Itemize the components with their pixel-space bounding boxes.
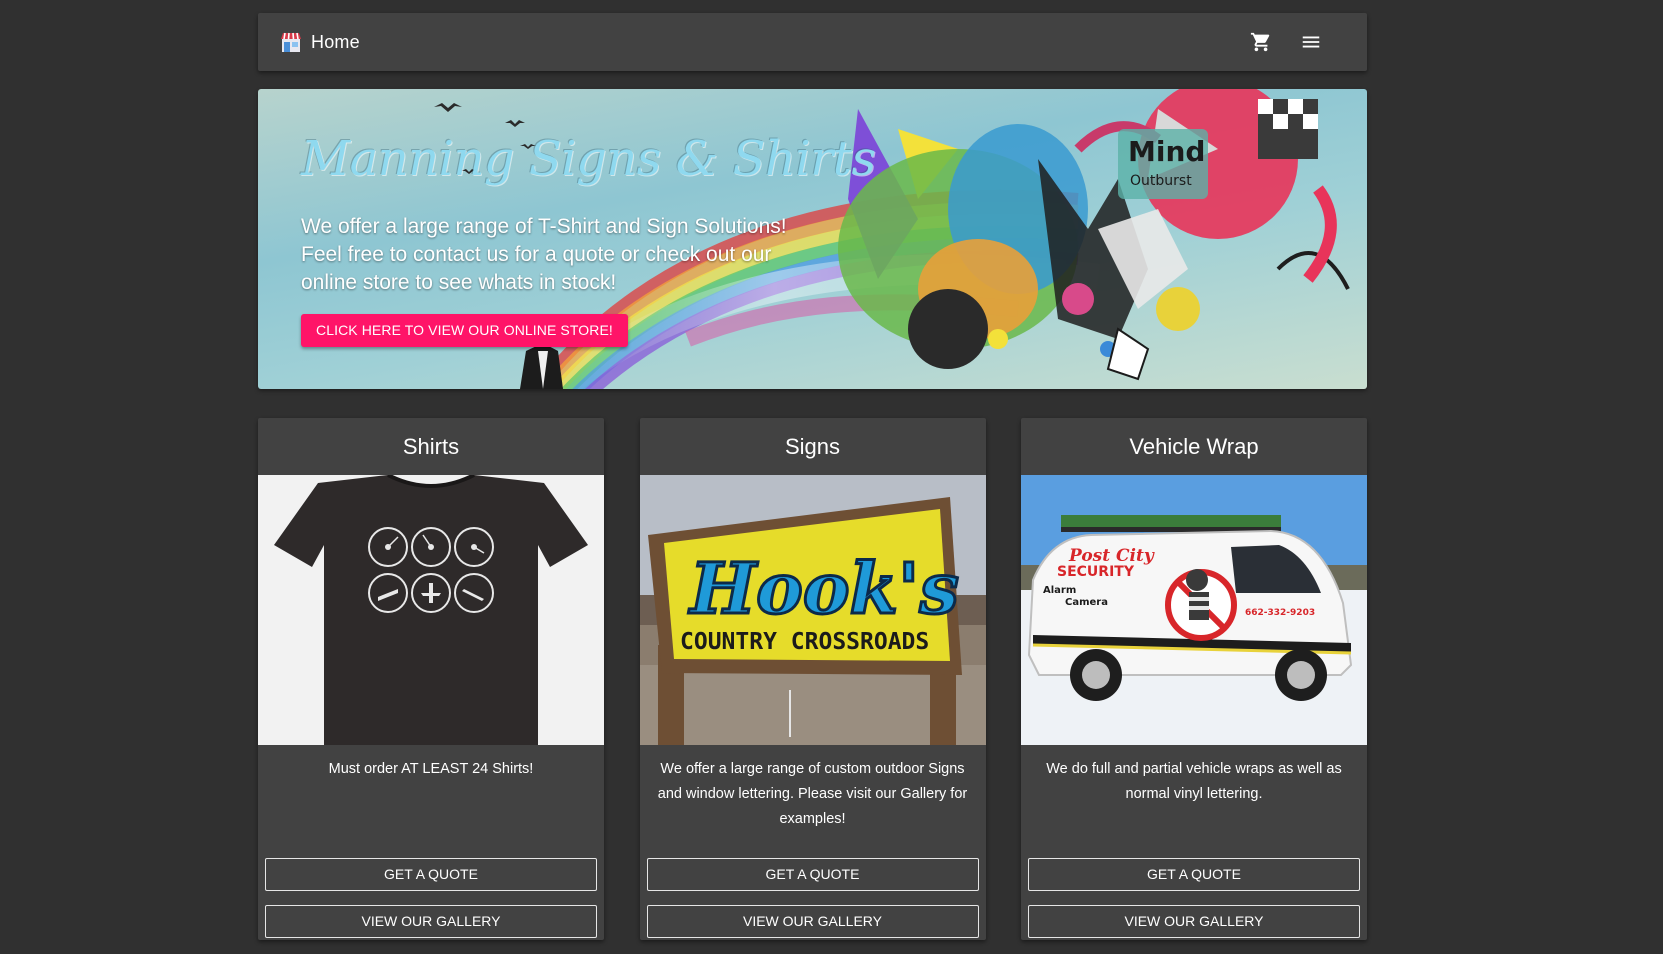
van-text-2: SECURITY bbox=[1057, 564, 1135, 580]
service-cards: Shirts Must order AT LEAST 24 Shirts! GE… bbox=[258, 418, 1367, 940]
cart-button[interactable] bbox=[1249, 30, 1273, 54]
card-description: We offer a large range of custom outdoor… bbox=[657, 761, 968, 827]
vehicle-wrap-image: Post City SECURITY Alarm Camera 662-332-… bbox=[1021, 475, 1367, 745]
van-text-3: Alarm bbox=[1043, 585, 1076, 596]
svg-text:Mind: Mind bbox=[1128, 135, 1205, 168]
hero-description: We offer a large range of T-Shirt and Si… bbox=[301, 215, 787, 294]
get-quote-button[interactable]: GET A QUOTE bbox=[1028, 858, 1360, 891]
menu-icon bbox=[1302, 36, 1320, 48]
view-gallery-button[interactable]: VIEW OUR GALLERY bbox=[646, 905, 979, 938]
shirts-card: Shirts Must order AT LEAST 24 Shirts! GE… bbox=[258, 418, 604, 940]
card-description: We do full and partial vehicle wraps as … bbox=[1046, 761, 1342, 802]
view-gallery-button[interactable]: VIEW OUR GALLERY bbox=[265, 905, 597, 938]
card-description: Must order AT LEAST 24 Shirts! bbox=[328, 761, 534, 777]
van-text-1: Post City bbox=[1068, 546, 1155, 566]
home-link[interactable]: Home bbox=[280, 31, 360, 53]
van-text-4: Camera bbox=[1065, 597, 1108, 608]
get-quote-button[interactable]: GET A QUOTE bbox=[265, 858, 597, 891]
shirts-image bbox=[258, 475, 604, 745]
card-title: Signs bbox=[784, 434, 841, 459]
view-gallery-button[interactable]: VIEW OUR GALLERY bbox=[1028, 905, 1360, 938]
menu-button[interactable] bbox=[1299, 30, 1323, 54]
vehicle-wrap-card: Vehicle Wrap Post City SECURITY Alarm Ca… bbox=[1021, 418, 1367, 940]
top-app-bar: Home bbox=[258, 13, 1367, 71]
cart-icon bbox=[1250, 32, 1270, 52]
page-container: Home Mind Outburst Manning Signs & Shirt… bbox=[258, 13, 1367, 940]
signs-card: Signs Hook's COUNTRY CROSSROADS We offer… bbox=[639, 418, 986, 940]
top-actions bbox=[1249, 13, 1323, 71]
get-quote-button[interactable]: GET A QUOTE bbox=[646, 858, 979, 891]
signs-image: Hook's COUNTRY CROSSROADS bbox=[639, 475, 986, 745]
sign-main-text: Hook's bbox=[688, 547, 959, 630]
van-phone: 662-332-9203 bbox=[1245, 608, 1315, 618]
svg-text:Outburst: Outburst bbox=[1130, 173, 1192, 189]
storefront-icon bbox=[281, 32, 301, 52]
hero-banner: Mind Outburst Manning Signs & Shirts We … bbox=[258, 89, 1367, 389]
online-store-button[interactable]: CLICK HERE TO VIEW OUR ONLINE STORE! bbox=[301, 314, 628, 347]
sign-sub-text: COUNTRY CROSSROADS bbox=[680, 629, 929, 655]
card-title: Shirts bbox=[402, 434, 460, 459]
card-title: Vehicle Wrap bbox=[1129, 434, 1259, 459]
home-label: Home bbox=[311, 31, 360, 52]
hero-title: Manning Signs & Shirts bbox=[301, 131, 876, 187]
